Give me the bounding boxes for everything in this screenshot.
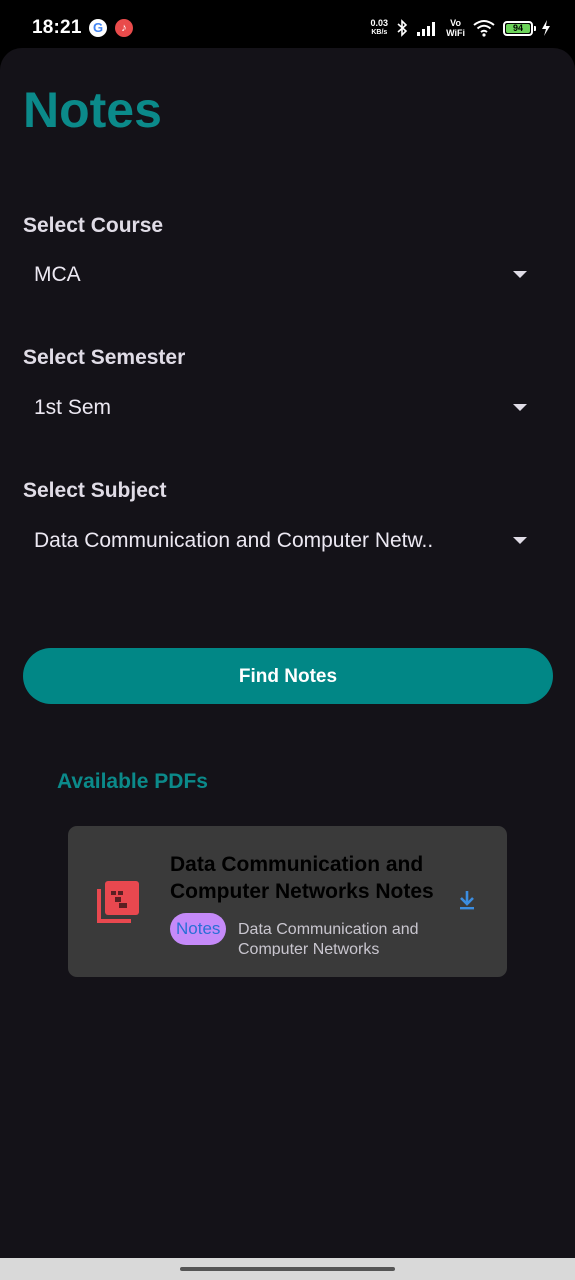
dropdown-arrow-icon (513, 404, 527, 411)
wifi-icon (473, 20, 495, 37)
battery-icon: 94 (503, 20, 536, 36)
subject-value: Data Communication and Computer Netw.. (34, 529, 434, 552)
battery-level: 94 (506, 23, 530, 33)
vowifi-indicator: Vo WiFi (446, 18, 465, 38)
find-notes-button[interactable]: Find Notes (23, 648, 553, 704)
download-icon[interactable] (458, 890, 476, 910)
semester-dropdown[interactable]: 1st Sem (23, 383, 533, 433)
network-speed-unit: KB/s (371, 29, 388, 36)
notes-tag-chip: Notes (170, 913, 227, 945)
available-pdfs-heading: Available PDFs (57, 770, 208, 793)
pdf-card[interactable]: Data Communication and Computer Networks… (68, 826, 507, 977)
status-icons: 0.03 KB/s Vo WiFi 94 (371, 14, 551, 42)
navigation-bar (0, 1258, 575, 1280)
semester-value: 1st Sem (34, 396, 112, 419)
status-time: 18:21 (32, 17, 82, 38)
vowifi-wifi: WiFi (446, 28, 465, 38)
subject-label: Select Subject (23, 479, 167, 502)
dropdown-arrow-icon (513, 271, 527, 278)
network-speed: 0.03 KB/s (371, 19, 389, 37)
pdf-title: Data Communication and Computer Networks… (170, 853, 434, 903)
vowifi-vo: Vo (450, 18, 461, 28)
pdf-file-icon (97, 881, 139, 923)
bluetooth-icon (397, 19, 408, 37)
course-dropdown[interactable]: MCA (23, 250, 533, 300)
semester-label: Select Semester (23, 346, 186, 369)
subject-dropdown[interactable]: Data Communication and Computer Netw.. (23, 516, 533, 566)
course-label: Select Course (23, 214, 164, 237)
music-app-icon: ♪ (115, 19, 133, 37)
dropdown-arrow-icon (513, 537, 527, 544)
google-icon: G (89, 19, 107, 37)
screen: 18:21 G ♪ 0.03 KB/s Vo WiFi 94 Notes Sel… (0, 0, 575, 1280)
course-value: MCA (34, 263, 81, 286)
page-title: Notes (23, 82, 162, 138)
signal-icon (417, 22, 436, 36)
network-speed-value: 0.03 (370, 18, 389, 28)
home-gesture-handle[interactable] (180, 1267, 395, 1271)
charging-icon (542, 20, 550, 36)
pdf-subject: Data Communication and Computer Networks (238, 921, 419, 956)
